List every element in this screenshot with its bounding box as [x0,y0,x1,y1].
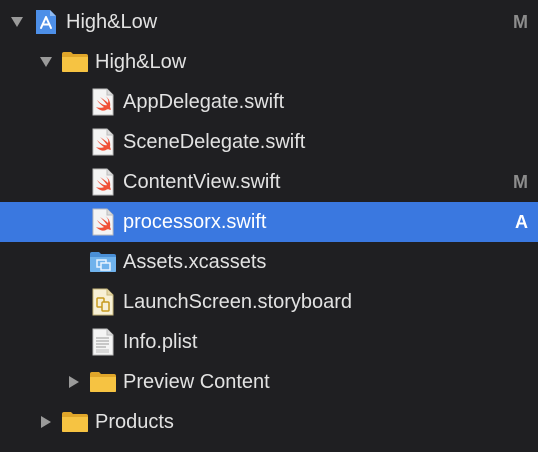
plist-file-icon [89,328,117,356]
navigator-row-file[interactable]: Assets.xcassets [0,242,538,282]
navigator-item-label: Products [95,410,174,433]
navigator-item-label: High&Low [66,10,158,33]
navigator-row-file-selected[interactable]: processorx.swift A [0,202,538,242]
navigator-item-label: ContentView.swift [123,170,281,193]
disclosure-expanded-icon[interactable] [10,15,24,29]
navigator-row-file[interactable]: SceneDelegate.swift [0,122,538,162]
asset-catalog-icon [89,248,117,276]
navigator-item-label: AppDelegate.swift [123,90,285,113]
navigator-row-file[interactable]: Info.plist [0,322,538,362]
navigator-item-label: High&Low [95,50,187,73]
storyboard-file-icon [89,288,117,316]
folder-icon [61,408,89,436]
swift-file-icon [89,208,117,236]
project-icon [32,8,60,36]
disclosure-collapsed-icon[interactable] [67,375,81,389]
navigator-item-label: SceneDelegate.swift [123,130,306,153]
navigator-row-file[interactable]: AppDelegate.swift [0,82,538,122]
project-navigator: High&Low M High&Low AppDelegate.swift Sc… [0,0,538,452]
swift-file-icon [89,128,117,156]
navigator-item-label: Info.plist [123,330,198,353]
navigator-item-label: Preview Content [123,370,270,393]
navigator-row-group[interactable]: Products [0,402,538,442]
swift-file-icon [89,168,117,196]
swift-file-icon [89,88,117,116]
navigator-row-group[interactable]: High&Low [0,42,538,82]
source-control-status-badge: M [513,12,528,32]
folder-icon [89,368,117,396]
source-control-status-badge: A [515,212,528,232]
navigator-item-label: Assets.xcassets [123,250,267,273]
navigator-row-file[interactable]: LaunchScreen.storyboard [0,282,538,322]
source-control-status-badge: M [513,172,528,192]
navigator-row-file[interactable]: ContentView.swift M [0,162,538,202]
folder-icon [61,48,89,76]
navigator-item-label: processorx.swift [123,210,267,233]
navigator-row-project[interactable]: High&Low M [0,2,538,42]
disclosure-expanded-icon[interactable] [39,55,53,69]
navigator-item-label: LaunchScreen.storyboard [123,290,353,313]
disclosure-collapsed-icon[interactable] [39,415,53,429]
navigator-row-group[interactable]: Preview Content [0,362,538,402]
